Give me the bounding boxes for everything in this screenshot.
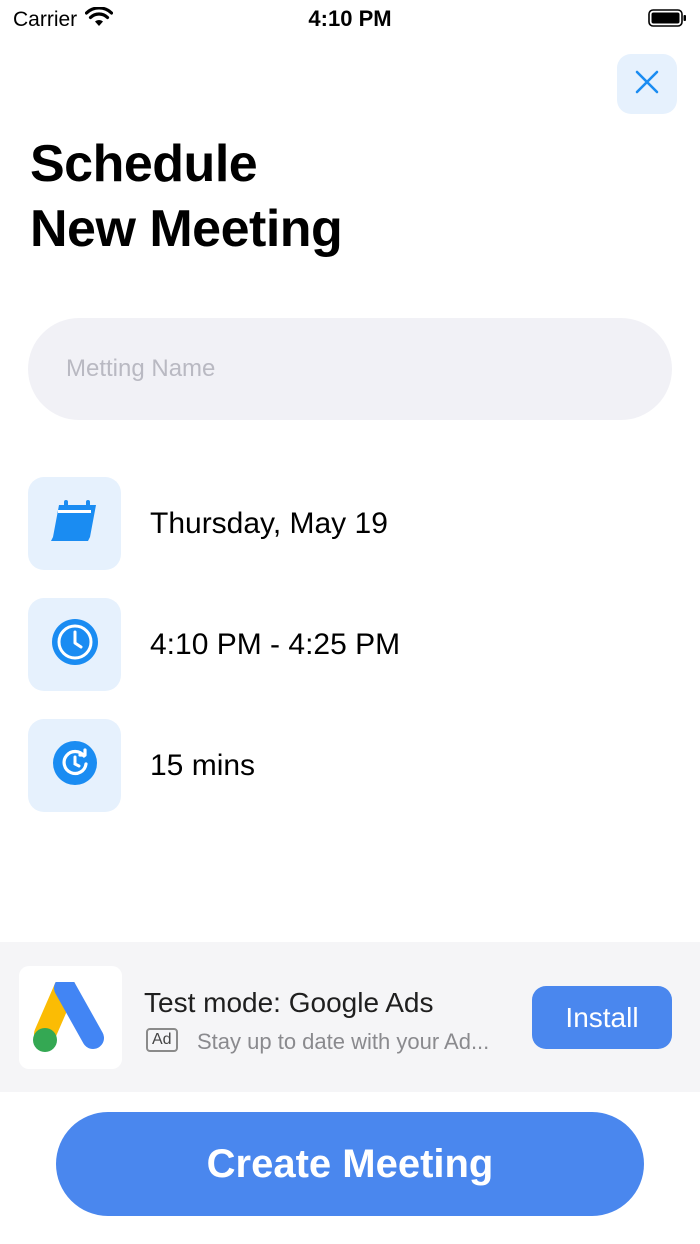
date-row[interactable]: Thursday, May 19 [28, 477, 628, 570]
close-icon [634, 69, 660, 100]
status-bar: Carrier 4:10 PM [0, 0, 700, 40]
time-row[interactable]: 4:10 PM - 4:25 PM [28, 598, 628, 691]
google-ads-logo [19, 966, 122, 1069]
title-line-2: New Meeting [30, 200, 343, 258]
ad-description: Stay up to date with your Ad... [197, 1029, 490, 1054]
meeting-name-input[interactable] [28, 318, 672, 420]
duration-row[interactable]: 15 mins [28, 719, 628, 812]
date-text: Thursday, May 19 [150, 506, 388, 540]
duration-text: 15 mins [150, 748, 256, 782]
duration-icon-container [28, 719, 121, 812]
title-line-1: Schedule [30, 135, 258, 193]
page-title: Schedule New Meeting [30, 132, 343, 262]
install-button[interactable]: Install [532, 986, 672, 1049]
status-time: 4:10 PM [308, 6, 392, 31]
ad-banner[interactable]: Test mode: Google Ads Ad Stay up to date… [0, 942, 700, 1092]
ad-badge: Ad [146, 1028, 178, 1052]
time-range-text: 4:10 PM - 4:25 PM [150, 627, 401, 661]
time-icon-container [28, 598, 121, 691]
calendar-icon [50, 499, 100, 548]
ad-title: Test mode: Google Ads [144, 987, 434, 1018]
close-button[interactable] [617, 54, 677, 114]
battery-icon [648, 9, 688, 27]
date-icon-container [28, 477, 121, 570]
create-meeting-button[interactable]: Create Meeting [56, 1112, 644, 1216]
clock-icon [50, 617, 100, 672]
timer-icon [51, 739, 99, 792]
